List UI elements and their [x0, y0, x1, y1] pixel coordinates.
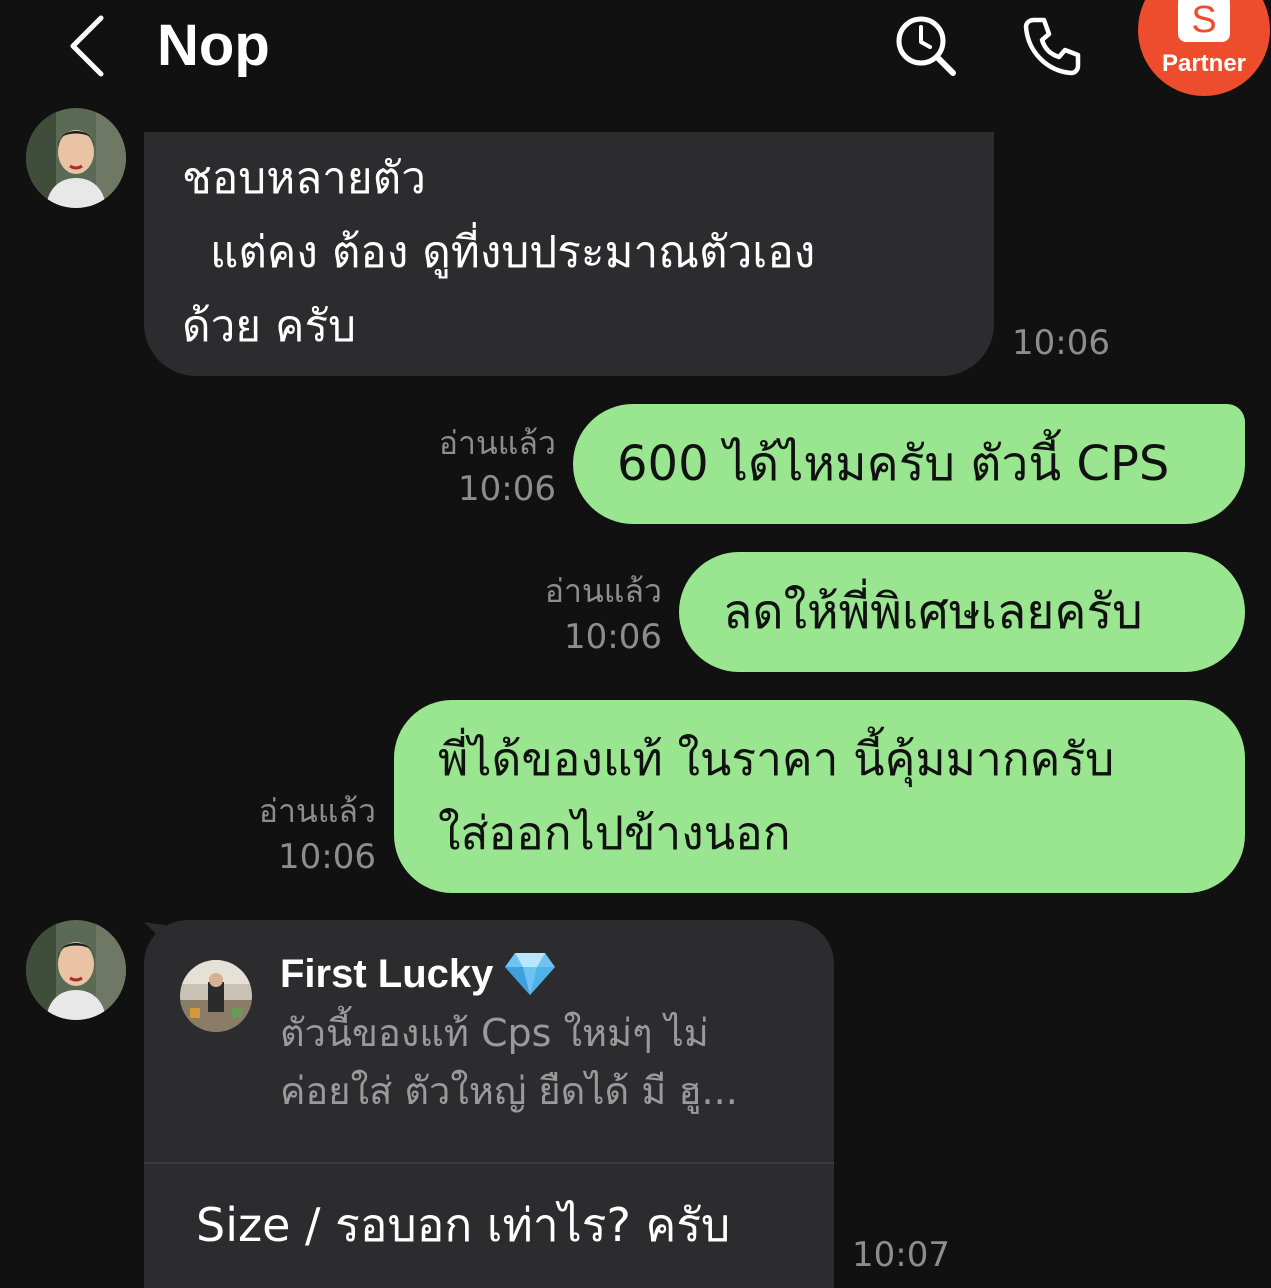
read-receipt: อ่านแล้ว	[258, 792, 376, 830]
reply-divider	[144, 1162, 834, 1164]
diamond-icon	[505, 953, 556, 995]
phone-icon	[1023, 17, 1081, 76]
message-time: 10:06	[278, 837, 376, 877]
message-meta: อ่านแล้ว 10:06	[500, 568, 662, 660]
message-time: 10:06	[1012, 323, 1110, 363]
reply-preview-text: ตัวนี้ของแท้ Cps ใหม่ๆ ไม่ ค่อยใส่ ตัวให…	[280, 1011, 738, 1113]
read-receipt: อ่านแล้ว	[544, 572, 662, 610]
partner-label: Partner	[1161, 50, 1247, 77]
search-button[interactable]	[888, 8, 964, 84]
message-time: 10:07	[852, 1235, 950, 1275]
message-text: 600 ได้ไหมครับ ตัวนี้ CPS	[617, 436, 1170, 492]
incoming-reply-bubble[interactable]: First Lucky ตัวนี้ของแท้ Cps ใหม่ๆ ไม่ ค…	[144, 920, 834, 1288]
outgoing-message-bubble[interactable]: 600 ได้ไหมครับ ตัวนี้ CPS	[573, 404, 1245, 524]
read-receipt: อ่านแล้ว	[438, 424, 556, 462]
message-meta: 10:07	[852, 1232, 950, 1278]
message-text: พี่ได้ของแท้ ในราคา นี้คุ้มมากครับ ใส่ออ…	[438, 732, 1115, 860]
contact-avatar[interactable]	[26, 920, 126, 1020]
message-meta: 10:06	[1012, 320, 1110, 366]
message-time: 10:06	[564, 617, 662, 657]
message-text: ชอบหลายตัว แต่คง ต้อง ดูที่งบประมาณตัวเอ…	[182, 153, 816, 352]
back-button[interactable]	[52, 8, 122, 84]
reply-sender-name: First Lucky	[280, 946, 557, 1002]
reply-avatar	[180, 960, 252, 1032]
message-meta: อ่านแล้ว 10:06	[400, 420, 556, 512]
contact-avatar[interactable]	[26, 108, 126, 208]
message-time: 10:06	[458, 469, 556, 509]
chat-title: Nop	[157, 13, 270, 78]
avatar-photo	[26, 108, 126, 208]
call-button[interactable]	[1014, 8, 1090, 84]
message-meta: อ่านแล้ว 10:06	[220, 788, 376, 880]
avatar-photo	[26, 920, 126, 1020]
outgoing-message-bubble[interactable]: ลดให้พี่พิเศษเลยครับ	[679, 552, 1245, 672]
shopee-partner-badge[interactable]: S Partner	[1138, 0, 1270, 96]
search-icon	[896, 16, 956, 76]
chevron-left-icon	[70, 15, 104, 77]
incoming-message-bubble[interactable]: ชอบหลายตัว แต่คง ต้อง ดูที่งบประมาณตัวเอ…	[144, 132, 994, 376]
chat-header: Nop S Partner	[0, 0, 1271, 100]
message-text: ลดให้พี่พิเศษเลยครับ	[723, 584, 1143, 640]
message-text: Size / รอบอก เท่าไร? ครับ	[196, 1198, 731, 1252]
shopping-bag-icon: S	[1178, 0, 1230, 42]
outgoing-message-bubble[interactable]: พี่ได้ของแท้ ในราคา นี้คุ้มมากครับ ใส่ออ…	[394, 700, 1245, 893]
